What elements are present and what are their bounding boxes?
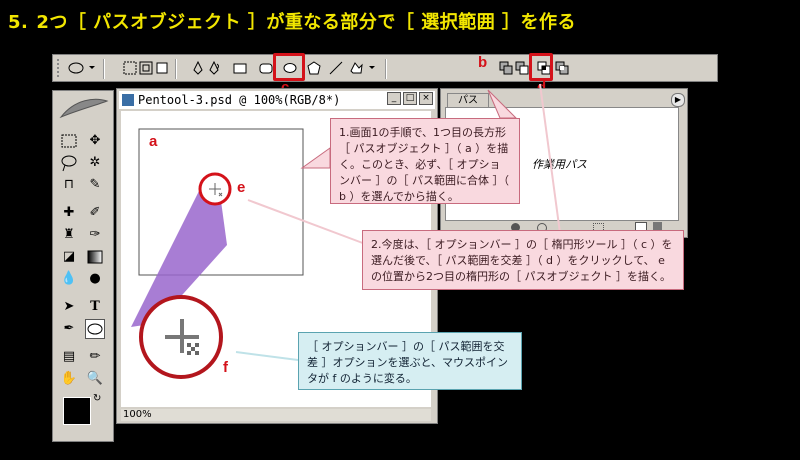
callout-step-2: 2.今度は、［ オプションバー ］の［ 楕円形ツール ］（ c ）を選んだ後で、… <box>362 230 684 290</box>
callout-note: ［ オプションバー ］の［ パス範囲を交差 ］オプションを選ぶと、マウスポインタ… <box>298 332 522 390</box>
callout-step-1: 1.画面1の手順で、1つ目の長方形［ パスオブジェクト ］（ a ）を描く。この… <box>330 118 520 204</box>
